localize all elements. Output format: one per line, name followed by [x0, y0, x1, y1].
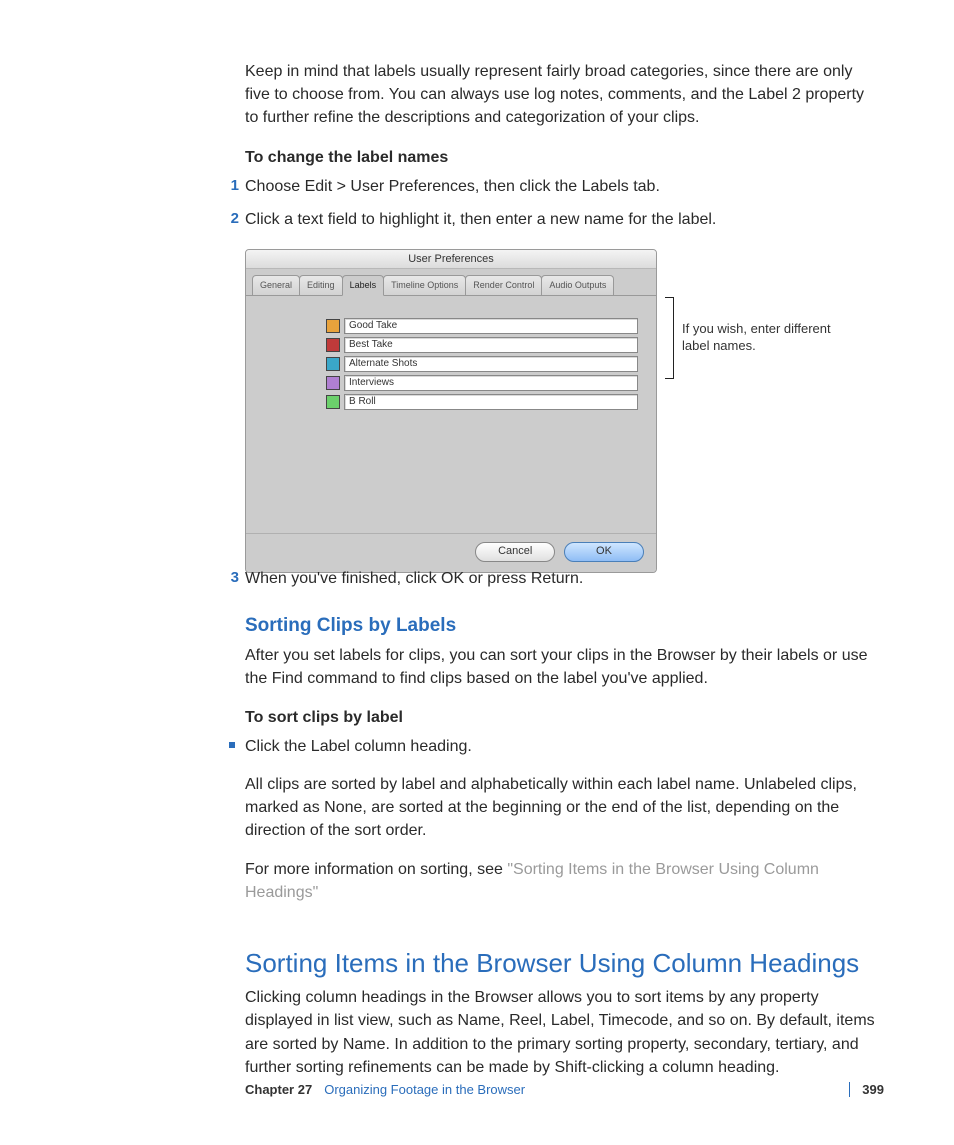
tab-general[interactable]: General	[252, 275, 300, 295]
paragraph: Clicking column headings in the Browser …	[245, 986, 875, 1079]
footer-page-number: 399	[849, 1082, 884, 1097]
step-1: 1 Choose Edit > User Preferences, then c…	[245, 175, 875, 198]
color-swatch[interactable]	[326, 338, 340, 352]
paragraph-xref: For more information on sorting, see "So…	[245, 858, 875, 904]
window-title: User Preferences	[246, 250, 656, 269]
section-heading-sorting-items: Sorting Items in the Browser Using Colum…	[245, 945, 875, 983]
paragraph: After you set labels for clips, you can …	[245, 644, 875, 690]
intro-paragraph: Keep in mind that labels usually represe…	[245, 60, 875, 130]
step-number: 3	[225, 567, 239, 589]
tab-editing[interactable]: Editing	[299, 275, 343, 295]
step-text: Click a text field to highlight it, then…	[245, 211, 716, 228]
bullet-item: Click the Label column heading.	[245, 735, 875, 758]
bullet-text: Click the Label column heading.	[245, 738, 472, 755]
procedure-title: To change the label names	[245, 146, 875, 169]
callout: If you wish, enter different label names…	[573, 297, 832, 379]
footer-title: Organizing Footage in the Browser	[324, 1082, 525, 1097]
footer: Chapter 27 Organizing Footage in the Bro…	[245, 1082, 884, 1097]
step-number: 2	[225, 208, 239, 230]
color-swatch[interactable]	[326, 319, 340, 333]
callout-bracket	[573, 297, 674, 379]
color-swatch[interactable]	[326, 395, 340, 409]
xref-lead: For more information on sorting, see	[245, 861, 507, 878]
step-text: Choose Edit > User Preferences, then cli…	[245, 178, 660, 195]
cancel-button[interactable]: Cancel	[475, 542, 555, 562]
tab-render-control[interactable]: Render Control	[465, 275, 542, 295]
step-3: 3 When you've finished, click OK or pres…	[245, 567, 875, 590]
content-column: Keep in mind that labels usually represe…	[245, 60, 875, 1079]
paragraph: All clips are sorted by label and alphab…	[245, 773, 875, 843]
callout-text: If you wish, enter different label names…	[682, 321, 832, 355]
color-swatch[interactable]	[326, 357, 340, 371]
figure-wrap: User Preferences General Editing Labels …	[245, 249, 875, 549]
page: Keep in mind that labels usually represe…	[0, 0, 954, 1145]
step-2: 2 Click a text field to highlight it, th…	[245, 208, 875, 231]
tabs-bar: General Editing Labels Timeline Options …	[246, 269, 656, 296]
ok-button[interactable]: OK	[564, 542, 644, 562]
tab-labels[interactable]: Labels	[342, 275, 385, 296]
step-number: 1	[225, 175, 239, 197]
step-text: When you've finished, click OK or press …	[245, 570, 583, 587]
tab-audio-outputs[interactable]: Audio Outputs	[541, 275, 614, 295]
footer-chapter: Chapter 27	[245, 1082, 312, 1097]
label-field[interactable]: B Roll	[344, 394, 638, 410]
tab-timeline-options[interactable]: Timeline Options	[383, 275, 466, 295]
label-row: B Roll	[326, 394, 638, 410]
procedure-title: To sort clips by label	[245, 706, 875, 729]
color-swatch[interactable]	[326, 376, 340, 390]
section-heading-sorting-clips: Sorting Clips by Labels	[245, 612, 875, 640]
